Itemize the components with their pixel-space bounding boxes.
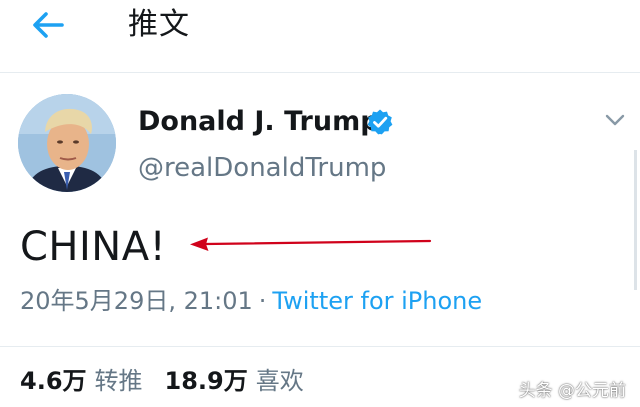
author-name[interactable]: Donald J. Trump [138,104,380,140]
header-divider [0,72,640,73]
meta-separator: · [258,287,267,315]
avatar-portrait [18,94,116,192]
arrow-left-icon[interactable] [30,10,66,40]
likes-label: 喜欢 [255,367,304,395]
tweet-timestamp: 20年5月29日, 21:01 [20,287,253,315]
tweet-source-link[interactable]: Twitter for iPhone [272,287,482,315]
annotation-arrow-icon [190,237,432,251]
tweet-text: CHINA! [20,224,167,270]
watermark: 头条 @公元前 [518,381,626,401]
retweets-label: 转推 [94,367,143,395]
likes-stat[interactable]: 18.9万 喜欢 [165,367,304,395]
page-title: 推文 [128,7,190,42]
retweets-stat[interactable]: 4.6万 转推 [20,367,143,395]
verified-badge-icon [367,109,393,135]
chevron-down-icon[interactable] [604,112,626,128]
author-handle[interactable]: @realDonaldTrump [138,150,386,186]
tweet-meta: 20年5月29日, 21:01 · Twitter for iPhone [20,284,482,318]
avatar[interactable] [18,94,116,192]
tweet-stats: 4.6万 转推 18.9万 喜欢 [20,364,304,398]
meta-divider [0,346,640,347]
likes-count: 18.9万 [164,367,248,395]
retweets-count: 4.6万 [20,367,87,395]
app-header: 推文 [0,0,640,72]
scrollbar[interactable] [634,150,637,290]
